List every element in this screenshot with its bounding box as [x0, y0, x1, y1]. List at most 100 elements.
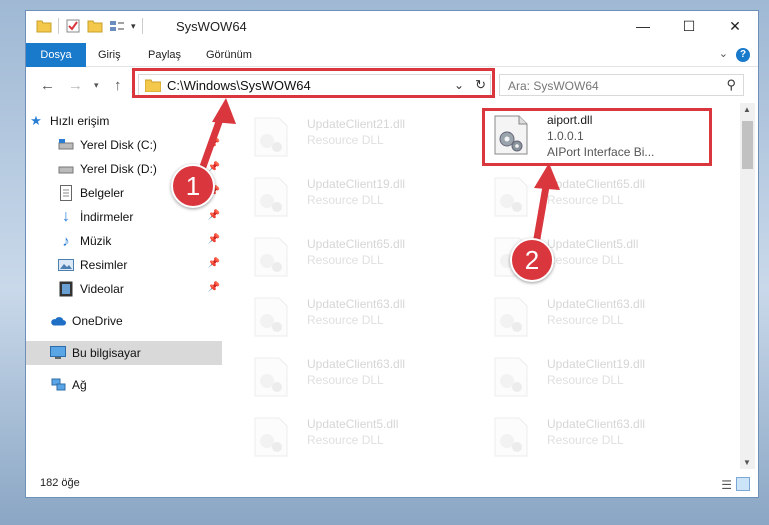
nav-item-videos[interactable]: Videolar 📌: [26, 277, 222, 301]
file-tile[interactable]: UpdateClient63.dll Resource DLL: [483, 291, 713, 341]
drive-icon: [58, 161, 74, 177]
file-tile[interactable]: UpdateClient19.dll Resource DLL: [483, 351, 713, 401]
music-icon: ♪: [62, 232, 70, 250]
tiles-view-icon[interactable]: [736, 477, 750, 491]
tab-share[interactable]: Paylaş: [148, 43, 181, 67]
nav-item-local-disk-c[interactable]: Yerel Disk (C:) 📌: [26, 133, 222, 157]
scroll-up-icon[interactable]: ▲: [743, 105, 751, 114]
ribbon: Dosya Giriş Paylaş Görünüm ⌄ ?: [26, 43, 758, 67]
scroll-down-icon[interactable]: ▼: [743, 458, 751, 467]
document-icon: [58, 185, 74, 201]
dll-file-icon: [254, 237, 288, 277]
chevron-down-icon[interactable]: ▾: [131, 21, 136, 32]
nav-item-downloads[interactable]: ↓ İndirmeler 📌: [26, 205, 222, 229]
file-description: Resource DLL: [307, 193, 384, 207]
tab-view[interactable]: Görünüm: [206, 43, 252, 67]
pin-icon[interactable]: 📌: [208, 258, 220, 269]
nav-item-label: Müzik: [80, 234, 112, 248]
file-description: Resource DLL: [307, 253, 384, 267]
file-name: UpdateClient19.dll: [547, 357, 646, 371]
recent-locations-icon[interactable]: ▾: [94, 80, 99, 91]
nav-item-label: Ağ: [72, 378, 87, 392]
status-bar: 182 öğe ☰: [26, 473, 758, 497]
step-marker-1: 1: [171, 164, 215, 208]
pictures-icon: [58, 257, 74, 273]
scrollbar-thumb[interactable]: [742, 121, 753, 169]
nav-item-label: Yerel Disk (D:): [80, 162, 157, 176]
toolbar-divider: [141, 18, 143, 34]
file-tile[interactable]: UpdateClient21.dll Resource DLL: [243, 111, 473, 161]
file-tile[interactable]: UpdateClient19.dll Resource DLL: [243, 171, 473, 221]
file-description: Resource DLL: [547, 313, 624, 327]
dll-file-icon: [494, 297, 528, 337]
nav-item-network[interactable]: Ağ: [26, 373, 222, 397]
chevron-down-icon[interactable]: ⌄: [719, 47, 728, 60]
minimize-button[interactable]: —: [620, 11, 666, 41]
dll-file-icon: [254, 177, 288, 217]
file-highlight: [482, 108, 712, 166]
pin-icon[interactable]: 📌: [208, 138, 220, 149]
address-bar-highlight: [132, 68, 495, 98]
nav-item-pictures[interactable]: Resimler 📌: [26, 253, 222, 277]
customize-toolbar-icon[interactable]: [109, 18, 125, 34]
nav-item-label: Resimler: [80, 258, 128, 272]
file-description: Resource DLL: [547, 253, 624, 267]
folder-icon: [36, 20, 52, 33]
nav-item-music[interactable]: ♪ Müzik 📌: [26, 229, 222, 253]
dll-file-icon: [254, 117, 288, 157]
nav-item-label: İndirmeler: [80, 210, 134, 224]
star-icon: ★: [30, 113, 42, 128]
file-tile[interactable]: UpdateClient65.dll Resource DLL: [483, 171, 713, 221]
forward-icon[interactable]: →: [68, 77, 83, 94]
dll-file-icon: [494, 357, 528, 397]
file-description: Resource DLL: [547, 433, 624, 447]
file-name: UpdateClient65.dll: [307, 237, 406, 251]
file-name: UpdateClient5.dll: [307, 417, 399, 431]
nav-item-quick-access[interactable]: ★ Hızlı erişim: [26, 109, 222, 133]
file-tile[interactable]: UpdateClient63.dll Resource DLL: [483, 411, 713, 461]
vertical-scrollbar[interactable]: ▲ ▼: [740, 103, 755, 469]
back-icon[interactable]: ←: [40, 77, 55, 94]
navigation-pane: ★ Hızlı erişim Yerel Disk (C:) 📌 Yerel D…: [26, 103, 222, 463]
details-view-icon[interactable]: ☰: [721, 478, 732, 492]
download-icon: ↓: [62, 208, 70, 225]
file-description: Resource DLL: [307, 373, 384, 387]
search-icon[interactable]: ⚲: [726, 77, 736, 93]
maximize-button[interactable]: ☐: [666, 11, 712, 41]
file-name: UpdateClient21.dll: [307, 117, 406, 131]
file-description: Resource DLL: [307, 313, 384, 327]
pin-icon[interactable]: 📌: [208, 234, 220, 245]
tab-file[interactable]: Dosya: [26, 43, 86, 67]
pin-icon[interactable]: 📌: [208, 210, 220, 221]
file-tile[interactable]: UpdateClient5.dll Resource DLL: [243, 411, 473, 461]
cloud-icon: [50, 313, 66, 329]
file-name: UpdateClient63.dll: [547, 417, 646, 431]
new-folder-icon[interactable]: [87, 18, 103, 34]
item-count: 182 öğe: [40, 477, 80, 489]
nav-item-label: Hızlı erişim: [50, 114, 110, 128]
nav-item-this-pc[interactable]: Bu bilgisayar: [26, 341, 222, 365]
up-icon[interactable]: ↑: [114, 77, 122, 94]
file-tile[interactable]: UpdateClient65.dll Resource DLL: [243, 231, 473, 281]
dll-file-icon: [494, 417, 528, 457]
dll-file-icon: [254, 297, 288, 337]
properties-icon[interactable]: [65, 18, 81, 34]
file-tile[interactable]: UpdateClient63.dll Resource DLL: [243, 291, 473, 341]
nav-item-label: Belgeler: [80, 186, 125, 200]
drive-icon: [58, 137, 74, 153]
file-description: Resource DLL: [547, 193, 624, 207]
file-description: Resource DLL: [547, 373, 624, 387]
file-name: UpdateClient63.dll: [307, 297, 406, 311]
dll-file-icon: [254, 357, 288, 397]
nav-item-onedrive[interactable]: OneDrive: [26, 309, 222, 333]
tab-home[interactable]: Giriş: [98, 43, 121, 67]
close-button[interactable]: ✕: [712, 11, 758, 41]
toolbar-divider: [58, 18, 59, 34]
help-icon[interactable]: ?: [736, 48, 750, 62]
title-bar: ▾ SysWOW64 — ☐ ✕: [26, 11, 758, 43]
window-title: SysWOW64: [176, 19, 247, 34]
dll-file-icon: [254, 417, 288, 457]
file-tile[interactable]: UpdateClient63.dll Resource DLL: [243, 351, 473, 401]
search-input[interactable]: Ara: SysWOW64 ⚲: [499, 74, 744, 96]
pin-icon[interactable]: 📌: [208, 282, 220, 293]
